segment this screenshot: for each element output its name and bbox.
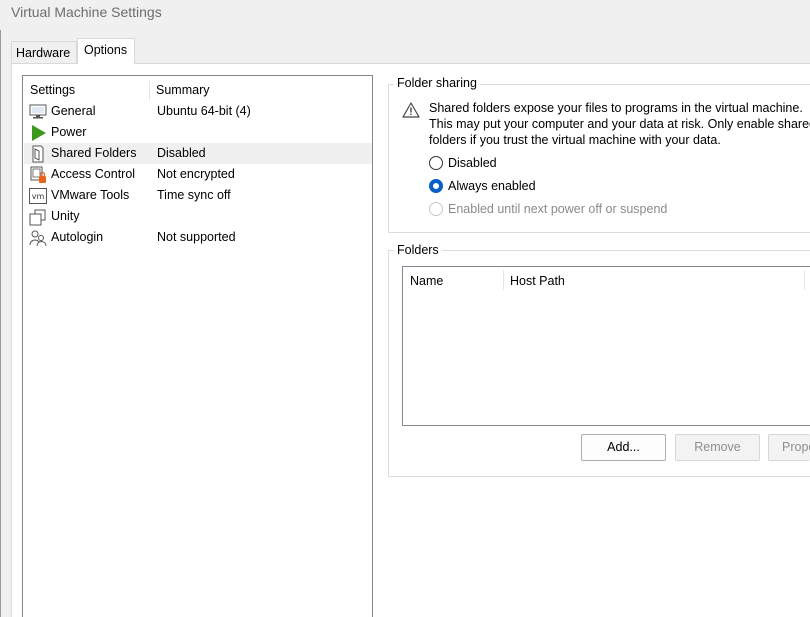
settings-row-general[interactable]: General Ubuntu 64-bit (4) — [24, 101, 372, 122]
folder-sharing-title: Folder sharing — [394, 76, 480, 90]
radio-circle-selected[interactable] — [429, 179, 443, 193]
settings-row-summary: Disabled — [157, 146, 206, 160]
column-divider[interactable] — [503, 270, 504, 290]
settings-row-access-control[interactable]: Access Control Not encrypted — [24, 164, 372, 185]
column-header-name[interactable]: Name — [410, 274, 443, 288]
settings-row-name: Power — [51, 125, 87, 139]
column-divider[interactable] — [804, 270, 805, 290]
vmware-tools-icon: vm — [29, 187, 47, 205]
settings-row-summary: Not supported — [157, 230, 236, 244]
add-button[interactable]: Add... — [581, 434, 666, 461]
window-title: Virtual Machine Settings — [11, 4, 162, 20]
column-header-summary[interactable]: Summary — [156, 83, 209, 97]
play-icon — [29, 124, 47, 142]
settings-list-header: Settings Summary — [23, 76, 372, 102]
settings-row-name: Shared Folders — [51, 146, 137, 160]
settings-row-summary: Ubuntu 64-bit (4) — [157, 104, 251, 118]
folders-list[interactable]: Name Host Path — [402, 266, 810, 426]
settings-row-summary: Time sync off — [157, 188, 231, 202]
settings-row-unity[interactable]: Unity — [24, 206, 372, 227]
column-header-settings[interactable]: Settings — [30, 83, 75, 97]
radio-disabled[interactable]: Disabled — [429, 155, 729, 173]
settings-row-name: Unity — [51, 209, 80, 223]
properties-button: Prope — [768, 434, 810, 461]
column-header-host-path[interactable]: Host Path — [510, 274, 565, 288]
settings-row-autologin[interactable]: Autologin Not supported — [24, 227, 372, 248]
radio-always-enabled[interactable]: Always enabled — [429, 178, 729, 196]
settings-row-shared-folders[interactable]: Shared Folders Disabled — [24, 143, 372, 164]
settings-row-name: Access Control — [51, 167, 136, 181]
tab-options[interactable]: Options — [77, 38, 135, 64]
title-bar: Virtual Machine Settings — [0, 0, 810, 30]
window-border — [0, 30, 1, 617]
warning-icon — [402, 101, 420, 119]
svg-text:vm: vm — [32, 192, 45, 201]
radio-label: Enabled until next power off or suspend — [448, 202, 668, 216]
settings-row-name: General — [51, 104, 96, 118]
settings-list[interactable]: Settings Summary General Ubuntu 64-bit (… — [22, 75, 373, 617]
remove-button: Remove — [675, 434, 760, 461]
users-icon — [29, 229, 47, 247]
radio-label: Always enabled — [448, 179, 536, 193]
settings-row-summary: Not encrypted — [157, 167, 235, 181]
folders-title: Folders — [394, 243, 442, 257]
column-divider[interactable] — [149, 81, 150, 101]
settings-row-vmware-tools[interactable]: vm VMware Tools Time sync off — [24, 185, 372, 206]
tab-hardware[interactable]: Hardware — [11, 41, 77, 63]
warning-text: Shared folders expose your files to prog… — [429, 101, 810, 147]
monitor-icon — [29, 103, 47, 121]
radio-circle[interactable] — [429, 156, 443, 170]
lock-icon — [29, 166, 47, 184]
unity-icon — [29, 208, 47, 226]
settings-row-name: Autologin — [51, 230, 104, 244]
settings-row-power[interactable]: Power — [24, 122, 372, 143]
radio-circle-disabled — [429, 202, 443, 216]
settings-row-name: VMware Tools — [51, 188, 130, 202]
radio-label: Disabled — [448, 156, 497, 170]
radio-until-poweroff: Enabled until next power off or suspend — [429, 201, 729, 219]
shared-folder-icon — [29, 145, 47, 163]
